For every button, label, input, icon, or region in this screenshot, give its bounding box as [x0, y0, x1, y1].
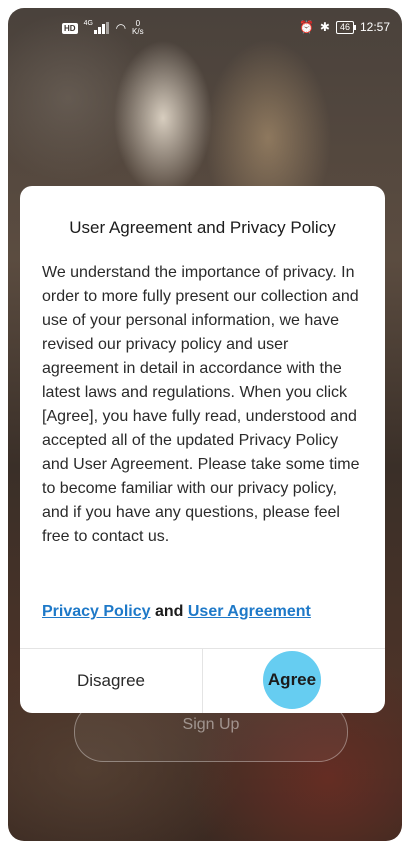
links-conjunction: and [154, 603, 184, 620]
policy-links: Privacy Policy and User Agreement [42, 603, 311, 621]
wifi-icon: ◠ [115, 21, 127, 35]
signal-icon: 4G [83, 20, 110, 34]
hd-badge: HD [62, 22, 78, 34]
bluetooth-icon: ✱ [319, 20, 330, 34]
clock: 12:57 [359, 20, 390, 34]
privacy-dialog: User Agreement and Privacy Policy We und… [20, 186, 385, 713]
status-left: HD 4G ◠ 0 K/s [62, 20, 144, 36]
network-speed: 0 K/s [132, 20, 144, 36]
agree-button-area[interactable]: Agree [203, 649, 385, 713]
status-bar: HD 4G ◠ 0 K/s ⏰ ✱ 46 12:57 [8, 8, 402, 48]
dialog-title: User Agreement and Privacy Policy [69, 218, 336, 237]
battery-icon: 46 [335, 20, 356, 34]
privacy-policy-link[interactable]: Privacy Policy [42, 603, 151, 620]
signup-label: Sign Up [182, 716, 240, 733]
battery-level: 46 [339, 21, 350, 32]
disagree-button[interactable]: Disagree [20, 649, 202, 713]
alarm-icon: ⏰ [298, 20, 314, 34]
dialog-body: We understand the importance of privacy.… [42, 264, 360, 545]
network-gen-label: 4G [83, 20, 93, 27]
agree-button[interactable]: Agree [263, 651, 321, 709]
status-right: ⏰ ✱ 46 12:57 [299, 20, 390, 34]
user-agreement-link[interactable]: User Agreement [188, 603, 311, 620]
speed-unit: K/s [132, 27, 144, 36]
